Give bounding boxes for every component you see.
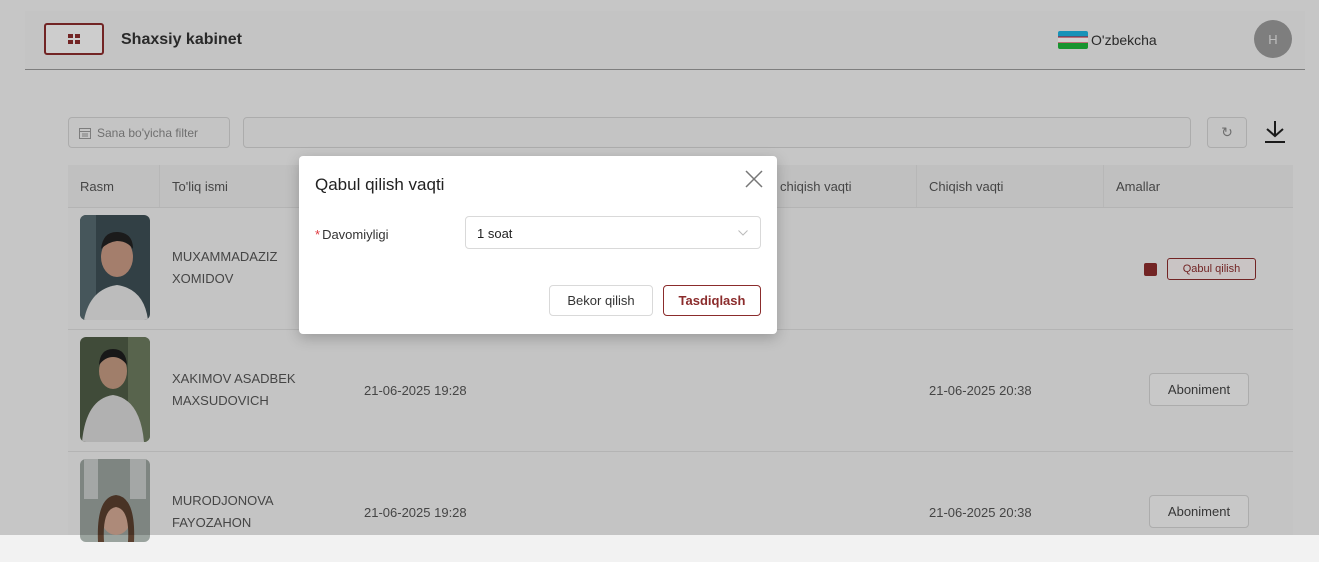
- cancel-button[interactable]: Bekor qilish: [549, 285, 653, 316]
- accept-time-modal: Qabul qilish vaqti * Davomiyligi 1 soat B…: [299, 156, 777, 334]
- chevron-down-icon: [738, 230, 748, 236]
- modal-title: Qabul qilish vaqti: [315, 175, 445, 194]
- duration-label-text: Davomiyligi: [322, 227, 389, 242]
- duration-label: * Davomiyligi: [315, 227, 389, 242]
- duration-select-value: 1 soat: [477, 226, 513, 241]
- close-icon[interactable]: [743, 168, 765, 190]
- duration-select[interactable]: 1 soat: [465, 216, 761, 249]
- confirm-button[interactable]: Tasdiqlash: [663, 285, 761, 316]
- required-mark: *: [315, 227, 321, 242]
